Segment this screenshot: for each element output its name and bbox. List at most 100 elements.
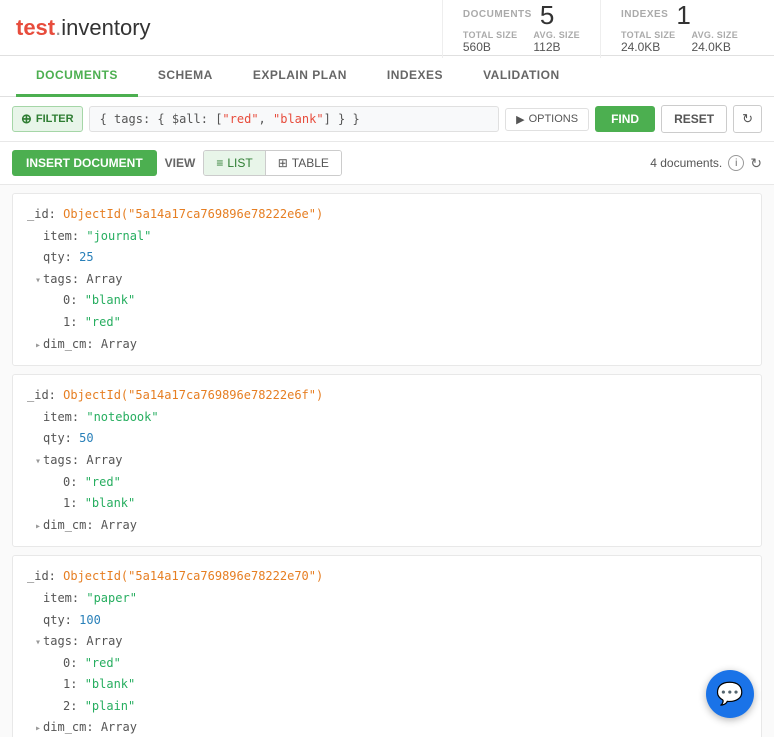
documents-total-size-group: TOTAL SIZE 560B xyxy=(463,30,518,54)
expand-dimcm-1[interactable]: ▸ xyxy=(35,340,41,351)
doc1-dimcm-field: ▸dim_cm: Array xyxy=(27,334,747,356)
indexes-avg-size-group: AVG. SIZE 24.0KB xyxy=(691,30,738,54)
field-key-tags3: tags: xyxy=(43,634,86,648)
tab-explain-plan[interactable]: EXPLAIN PLAN xyxy=(233,56,367,97)
refresh-icon[interactable]: ↻ xyxy=(750,155,762,172)
documents-stat-block: DOCUMENTS 5 TOTAL SIZE 560B AVG. SIZE 11… xyxy=(442,0,601,58)
field-val-t21: "blank" xyxy=(85,496,136,510)
filter-toolbar: ⊕ FILTER { tags: { $all: ["red", "blank"… xyxy=(0,97,774,142)
doc1-id-field: _id: ObjectId("5a14a17ca769896e78222e6e"… xyxy=(27,204,747,226)
tab-documents[interactable]: DOCUMENTS xyxy=(16,56,138,97)
field-val-dimcm2: Array xyxy=(101,518,137,532)
field-key-t20: 0: xyxy=(63,475,85,489)
doc-card-3: _id: ObjectId("5a14a17ca769896e78222e70"… xyxy=(12,555,762,737)
filter-plus-icon: ⊕ xyxy=(21,111,32,127)
doc2-qty-field: qty: 50 xyxy=(27,428,747,450)
field-key-0: 0: xyxy=(63,293,85,307)
documents-list: _id: ObjectId("5a14a17ca769896e78222e6e"… xyxy=(0,185,774,737)
doc3-tags-field: ▾tags: Array xyxy=(27,631,747,653)
documents-count: 5 xyxy=(540,2,554,28)
header: test . inventory DOCUMENTS 5 TOTAL SIZE … xyxy=(0,0,774,56)
reset-button[interactable]: RESET xyxy=(661,105,727,133)
field-val-tags: Array xyxy=(86,272,122,286)
indexes-stat-block: INDEXES 1 TOTAL SIZE 24.0KB AVG. SIZE 24… xyxy=(601,0,758,58)
field-val-tags3: Array xyxy=(86,634,122,648)
tab-indexes[interactable]: INDEXES xyxy=(367,56,463,97)
field-val-t20: "red" xyxy=(85,475,121,489)
field-key-qty: qty: xyxy=(43,250,79,264)
doc3-tags-0: 0: "red" xyxy=(27,653,747,675)
field-val-item: "journal" xyxy=(86,229,151,243)
tab-validation[interactable]: VALIDATION xyxy=(463,56,580,97)
field-key-dimcm2: dim_cm: xyxy=(43,518,101,532)
tabs-bar: DOCUMENTS SCHEMA EXPLAIN PLAN INDEXES VA… xyxy=(0,56,774,97)
doc3-id-field: _id: ObjectId("5a14a17ca769896e78222e70"… xyxy=(27,566,747,588)
chat-icon: 💬 xyxy=(716,681,743,707)
list-label: LIST xyxy=(227,156,252,170)
field-key-t32: 2: xyxy=(63,699,85,713)
field-key-qty2: qty: xyxy=(43,431,79,445)
indexes-avg-size: 24.0KB xyxy=(691,40,738,54)
field-val-item2: "notebook" xyxy=(86,410,158,424)
documents-label: DOCUMENTS xyxy=(463,9,532,20)
field-val-dimcm3: Array xyxy=(101,720,137,734)
table-icon: ⊞ xyxy=(278,156,288,170)
field-val-tags2: Array xyxy=(86,453,122,467)
find-button[interactable]: FIND xyxy=(595,106,655,132)
logo-inventory: inventory xyxy=(61,15,150,41)
collapse-tags-1[interactable]: ▾ xyxy=(35,275,41,286)
expand-dimcm-3[interactable]: ▸ xyxy=(35,723,41,734)
logo[interactable]: test . inventory xyxy=(16,15,151,41)
filter-val-red: "red" xyxy=(222,112,258,126)
info-icon[interactable]: i xyxy=(728,155,744,171)
field-val-t30: "red" xyxy=(85,656,121,670)
doc1-item-field: item: "journal" xyxy=(27,226,747,248)
chat-button[interactable]: 💬 xyxy=(706,670,754,718)
filter-val-blank: "blank" xyxy=(273,112,324,126)
field-key-item3: item: xyxy=(43,591,86,605)
field-val-id3: ObjectId("5a14a17ca769896e78222e70") xyxy=(63,569,323,583)
field-key-item2: item: xyxy=(43,410,86,424)
field-key-id: _id: xyxy=(27,207,63,221)
action-bar: INSERT DOCUMENT VIEW ≡ LIST ⊞ TABLE 4 do… xyxy=(0,142,774,185)
doc-card-2: _id: ObjectId("5a14a17ca769896e78222e6f"… xyxy=(12,374,762,547)
filter-query-display[interactable]: { tags: { $all: ["red", "blank"] } } xyxy=(89,106,500,132)
doc3-tags-1: 1: "blank" xyxy=(27,674,747,696)
indexes-count: 1 xyxy=(676,2,690,28)
history-button[interactable]: ↻ xyxy=(733,105,762,133)
field-key-dimcm: dim_cm: xyxy=(43,337,101,351)
logo-test: test xyxy=(16,15,55,41)
doc-count-area: 4 documents. i ↻ xyxy=(650,155,762,172)
field-val-qty: 25 xyxy=(79,250,93,264)
doc2-id-field: _id: ObjectId("5a14a17ca769896e78222e6f"… xyxy=(27,385,747,407)
doc2-item-field: item: "notebook" xyxy=(27,407,747,429)
expand-dimcm-2[interactable]: ▸ xyxy=(35,521,41,532)
doc3-dimcm-field: ▸dim_cm: Array xyxy=(27,717,747,737)
avg-size-label-docs: AVG. SIZE xyxy=(533,30,580,40)
view-toggle: ≡ LIST ⊞ TABLE xyxy=(203,150,342,176)
field-key-dimcm3: dim_cm: xyxy=(43,720,101,734)
field-key-t31: 1: xyxy=(63,677,85,691)
doc2-tags-0: 0: "red" xyxy=(27,472,747,494)
list-view-button[interactable]: ≡ LIST xyxy=(204,151,265,175)
field-key-tags2: tags: xyxy=(43,453,86,467)
header-stats: DOCUMENTS 5 TOTAL SIZE 560B AVG. SIZE 11… xyxy=(442,0,758,58)
insert-document-button[interactable]: INSERT DOCUMENT xyxy=(12,150,157,176)
field-val-0: "blank" xyxy=(85,293,136,307)
collapse-tags-3[interactable]: ▾ xyxy=(35,637,41,648)
doc1-tags-1: 1: "red" xyxy=(27,312,747,334)
collapse-tags-2[interactable]: ▾ xyxy=(35,456,41,467)
field-val-qty2: 50 xyxy=(79,431,93,445)
indexes-total-size: 24.0KB xyxy=(621,40,676,54)
filter-button[interactable]: ⊕ FILTER xyxy=(12,106,83,132)
doc3-tags-2: 2: "plain" xyxy=(27,696,747,718)
tab-schema[interactable]: SCHEMA xyxy=(138,56,233,97)
table-view-button[interactable]: ⊞ TABLE xyxy=(266,151,341,175)
indexes-total-size-group: TOTAL SIZE 24.0KB xyxy=(621,30,676,54)
field-key-id2: _id: xyxy=(27,388,63,402)
documents-avg-size-group: AVG. SIZE 112B xyxy=(533,30,580,54)
filter-label: FILTER xyxy=(36,113,74,125)
doc1-tags-0: 0: "blank" xyxy=(27,290,747,312)
view-label: VIEW xyxy=(165,156,196,170)
options-button[interactable]: ▶ OPTIONS xyxy=(505,108,589,131)
